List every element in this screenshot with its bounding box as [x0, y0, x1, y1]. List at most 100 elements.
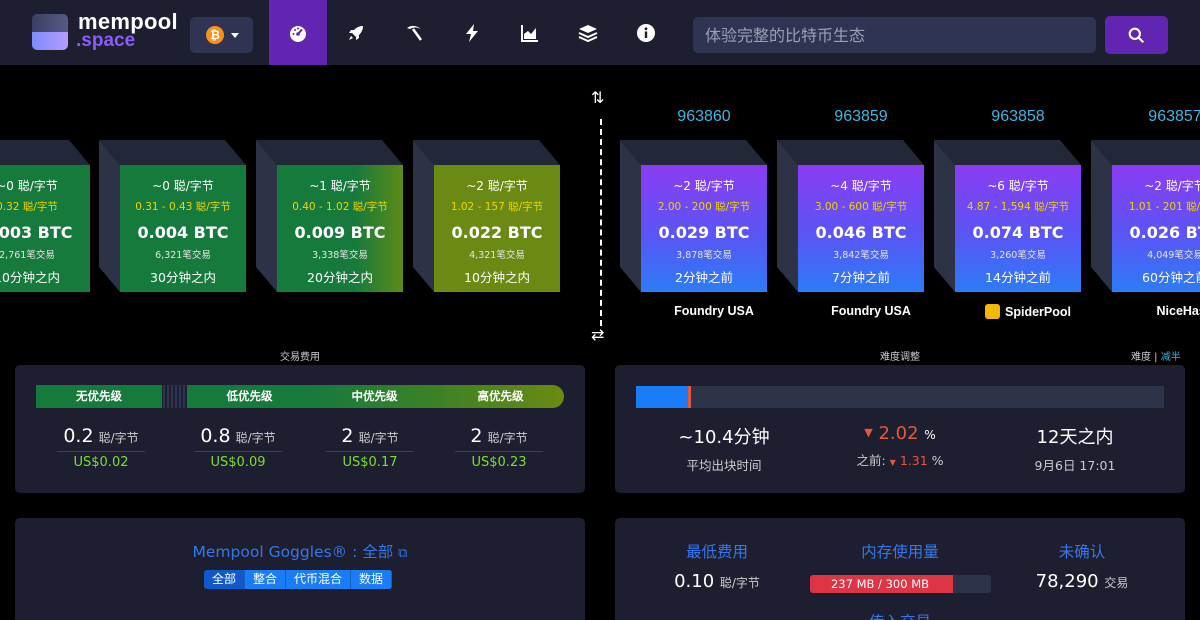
- block-tx-count: 3,260笔交易: [990, 250, 1046, 261]
- nav-lightning[interactable]: [443, 0, 501, 65]
- difficulty-progress-fill: [636, 386, 689, 408]
- difficulty-halving-toggle[interactable]: 难度 | 减半: [1131, 348, 1181, 363]
- bitcoin-icon: ₿: [206, 26, 224, 44]
- block-age: 60分钟之前: [1142, 270, 1200, 285]
- block-fee-range: 4.87 - 1,594 聪/字节: [966, 201, 1070, 213]
- miner-pool-link[interactable]: NiceHash: [1105, 304, 1200, 318]
- previous-label: 之前:: [856, 453, 886, 468]
- rocket-icon: [349, 25, 363, 40]
- fee-unit: 聪/字节: [98, 431, 139, 445]
- mempool-block[interactable]: ~0 聪/字节 0.32 聪/字节 0.003 BTC 2,761笔交易 10分…: [0, 140, 90, 292]
- nav-mining[interactable]: [385, 0, 443, 65]
- miner-pool-link[interactable]: Foundry USA: [634, 304, 794, 318]
- block-median-fee: ~2 聪/字节: [466, 179, 528, 193]
- memory-usage-bar: 237 MB / 300 MB: [810, 575, 991, 593]
- lightning-icon: [466, 23, 478, 42]
- goggles-tab-consolidation[interactable]: 整合: [245, 570, 287, 589]
- block-age: 2分钟之前: [675, 270, 733, 285]
- goggles-card: [15, 518, 585, 620]
- miner-name: Foundry USA: [674, 304, 754, 318]
- network-selector-button[interactable]: ₿: [190, 17, 253, 53]
- info-icon: [637, 23, 655, 42]
- min-fee: 0.10 聪/字节: [627, 571, 807, 592]
- goggles-tab-data[interactable]: 数据: [351, 570, 393, 589]
- external-link-icon[interactable]: ⧉: [398, 546, 407, 561]
- goggles-tab-coinjoin[interactable]: 代币混合: [286, 570, 352, 589]
- priority-medium-label: 中优先级: [312, 385, 437, 408]
- chevron-down-icon: [231, 33, 239, 38]
- fee-usd: US$0.02: [57, 451, 145, 470]
- fee-high: 2 聪/字节 US$0.23: [446, 425, 552, 470]
- goggles-title[interactable]: Mempool Goggles® : 全部 ⧉: [15, 540, 585, 562]
- miner-pool-link[interactable]: SpiderPool: [948, 304, 1108, 319]
- block-size: 0.003 BTC: [0, 223, 73, 242]
- swap-vertical-icon[interactable]: ⇅: [591, 88, 604, 108]
- block-size: 0.026 BTC: [1129, 223, 1200, 242]
- swap-horizontal-icon[interactable]: ⇄: [591, 325, 604, 345]
- dashboard-icon: [290, 25, 306, 42]
- block-size: 0.074 BTC: [972, 223, 1064, 242]
- min-fee-value: 0.10: [674, 571, 715, 592]
- difficulty-change-unit: %: [924, 428, 936, 442]
- mined-block[interactable]: ~6 聪/字节 4.87 - 1,594 聪/字节 0.074 BTC 3,26…: [934, 140, 1081, 292]
- block-size: 0.029 BTC: [658, 223, 750, 242]
- search-input[interactable]: [693, 17, 1096, 53]
- miner-pool-link[interactable]: Foundry USA: [791, 304, 951, 318]
- fee-value: 2: [470, 425, 483, 447]
- mined-block[interactable]: ~2 聪/字节 2.00 - 200 聪/字节 0.029 BTC 3,878笔…: [620, 140, 767, 292]
- logo-subtext[interactable]: .space: [76, 31, 135, 51]
- pickaxe-icon: [407, 25, 423, 41]
- mempool-block[interactable]: ~0 聪/字节 0.31 - 0.43 聪/字节 0.004 BTC 6,321…: [99, 140, 246, 292]
- nav-graphs[interactable]: [501, 0, 559, 65]
- mempool-logo-icon[interactable]: [32, 14, 68, 50]
- incoming-tx-title: 传入交易: [810, 610, 990, 620]
- block-eta: 30分钟之内: [150, 270, 216, 285]
- mempool-block[interactable]: ~1 聪/字节 0.40 - 1.02 聪/字节 0.009 BTC 3,338…: [256, 140, 403, 292]
- fee-usd: US$0.09: [194, 451, 282, 470]
- block-height-link[interactable]: 963859: [798, 108, 924, 126]
- block-fee-range: 0.31 - 0.43 聪/字节: [135, 201, 231, 213]
- block-height-link[interactable]: 963860: [641, 108, 767, 126]
- fee-none: 0.2 聪/字节 US$0.02: [48, 425, 154, 470]
- block-fee-range: 3.00 - 600 聪/字节: [814, 201, 908, 213]
- block-tx-count: 2,761笔交易: [0, 250, 55, 261]
- difficulty-change: ▼ 2.02 % 之前: ▼ 1.31 %: [810, 423, 990, 469]
- block-size: 0.004 BTC: [137, 223, 229, 242]
- block-height-link[interactable]: 963858: [955, 108, 1081, 126]
- memory-usage-value: 237 MB / 300 MB: [830, 577, 930, 591]
- block-fee-range: 1.02 - 157 聪/字节: [450, 201, 544, 213]
- layers-icon: [578, 24, 598, 42]
- block-fee-range: 1.01 - 201 聪/字节: [1128, 201, 1200, 213]
- mined-block[interactable]: ~4 聪/字节 3.00 - 600 聪/字节 0.046 BTC 3,842笔…: [777, 140, 924, 292]
- fee-medium: 2 聪/字节 US$0.17: [317, 425, 423, 470]
- mined-block[interactable]: ~2 聪/字节 1.01 - 201 聪/字节 0.026 BTC 4,049笔…: [1091, 140, 1200, 292]
- block-tx-count: 3,338笔交易: [312, 250, 368, 261]
- nav-about[interactable]: [617, 0, 675, 65]
- next-adjustment-eta: 12天之内: [1036, 427, 1114, 448]
- fee-unit: 聪/字节: [358, 431, 399, 445]
- difficulty-tab[interactable]: 难度: [1131, 352, 1151, 363]
- goggles-tab-all[interactable]: 全部: [204, 570, 246, 589]
- min-fee-unit: 聪/字节: [719, 576, 760, 590]
- fee-value: 0.8: [200, 425, 231, 447]
- nav-accelerator[interactable]: [327, 0, 385, 65]
- mempool-block[interactable]: ~2 聪/字节 1.02 - 157 聪/字节 0.022 BTC 4,321笔…: [413, 140, 560, 292]
- nav-docs[interactable]: [559, 0, 617, 65]
- priority-gap: [163, 385, 186, 408]
- top-navbar: mempool .space ₿: [0, 0, 1200, 65]
- block-age: 14分钟之前: [985, 270, 1051, 285]
- halving-tab[interactable]: 减半: [1161, 352, 1181, 363]
- block-median-fee: ~0 聪/字节: [152, 179, 214, 193]
- unconfirmed-title: 未确认: [1058, 543, 1106, 561]
- block-tx-count: 3,878笔交易: [676, 250, 732, 261]
- block-height-link[interactable]: 963857: [1112, 108, 1200, 126]
- search-button[interactable]: [1105, 16, 1168, 54]
- block-eta: 10分钟之内: [0, 270, 60, 285]
- fee-value: 0.2: [63, 425, 94, 447]
- block-median-fee: ~2 聪/字节: [1144, 179, 1200, 193]
- block-median-fee: ~0 聪/字节: [0, 179, 58, 193]
- miner-name: Foundry USA: [831, 304, 911, 318]
- avg-block-time-value: ~10.4分钟: [678, 427, 770, 448]
- nav-dashboard[interactable]: [269, 0, 327, 65]
- tx-fees-label: 交易费用: [280, 352, 320, 363]
